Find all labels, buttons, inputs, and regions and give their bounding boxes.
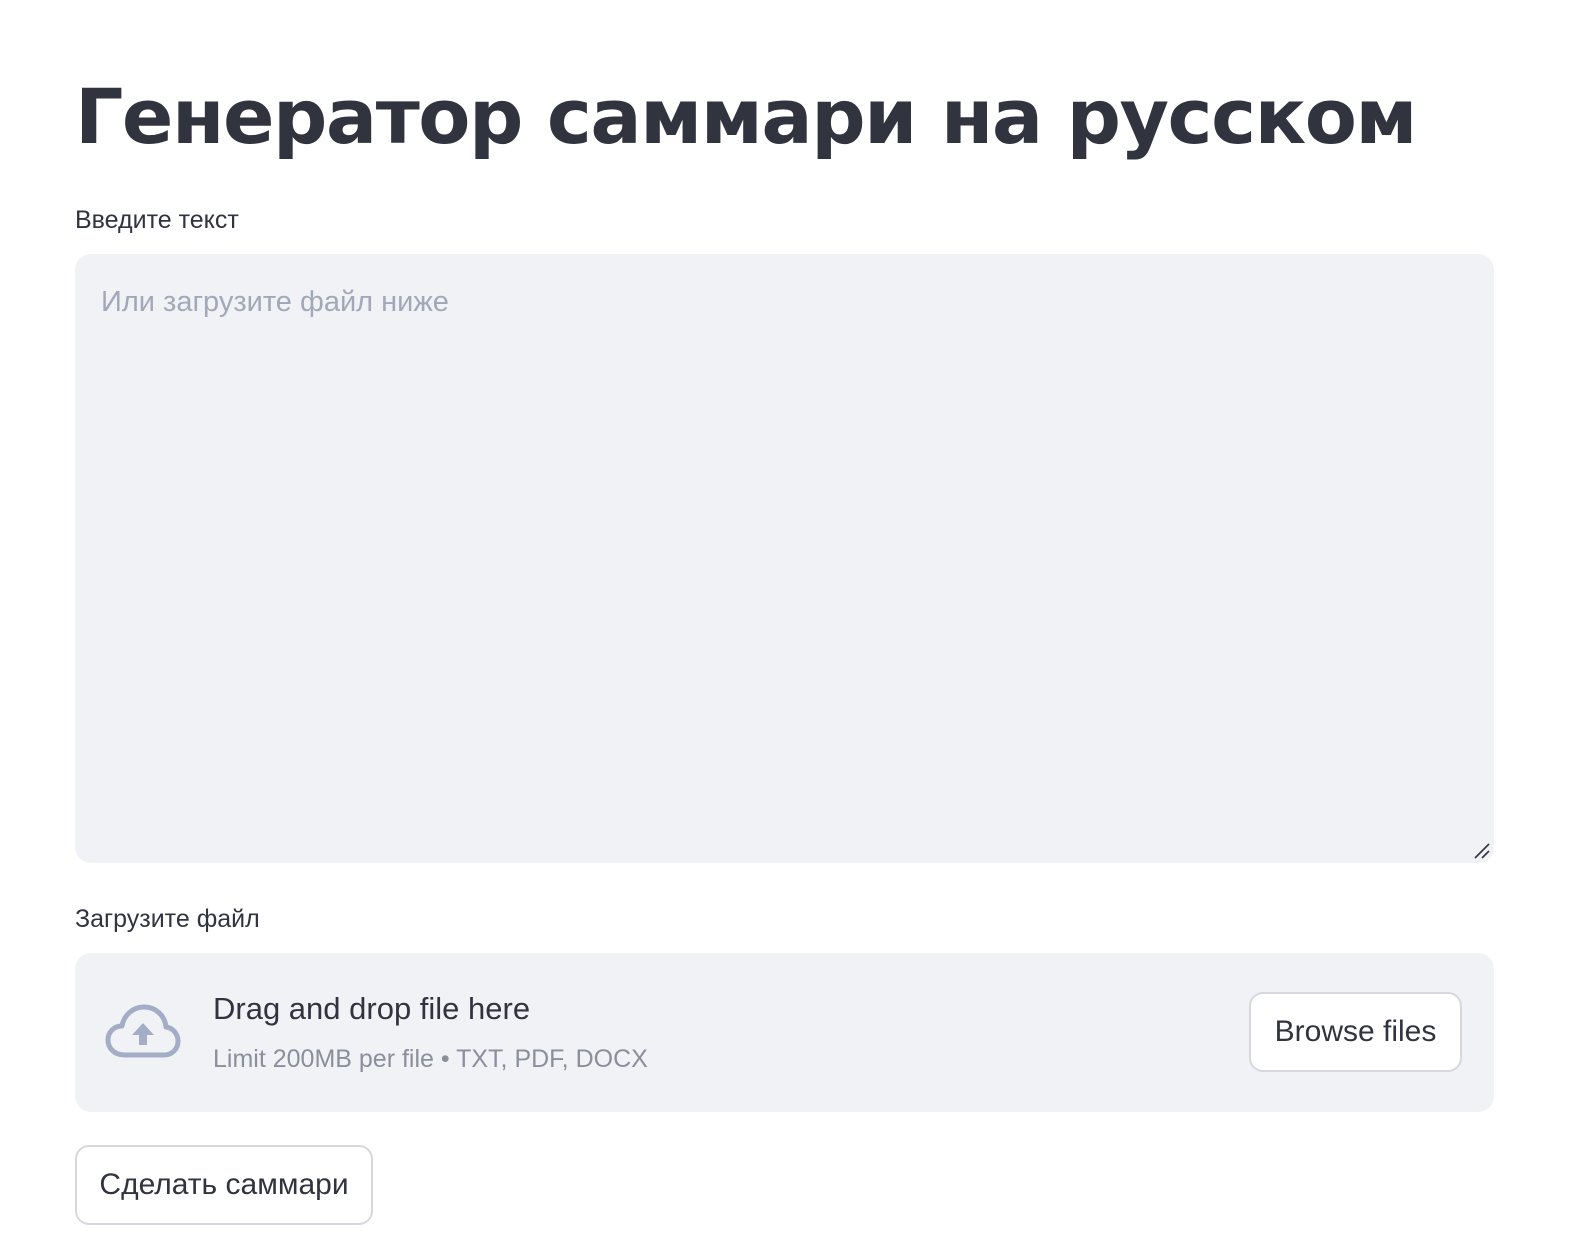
text-input-label: Введите текст bbox=[75, 206, 239, 234]
dropzone-hint: Limit 200MB per file • TXT, PDF, DOCX bbox=[213, 1045, 648, 1073]
file-uploader-label: Загрузите файл bbox=[75, 905, 260, 933]
page-title: Генератор саммари на русском bbox=[75, 72, 1418, 161]
cloud-upload-icon bbox=[105, 1004, 181, 1058]
dropzone-title: Drag and drop file here bbox=[213, 991, 531, 1026]
file-dropzone[interactable]: Drag and drop file here Limit 200MB per … bbox=[75, 953, 1494, 1112]
browse-files-button[interactable]: Browse files bbox=[1249, 992, 1462, 1072]
text-input-container bbox=[75, 254, 1494, 863]
text-input[interactable] bbox=[75, 254, 1494, 863]
resize-handle-icon[interactable] bbox=[1472, 841, 1490, 859]
summarize-button[interactable]: Сделать саммари bbox=[75, 1145, 373, 1225]
